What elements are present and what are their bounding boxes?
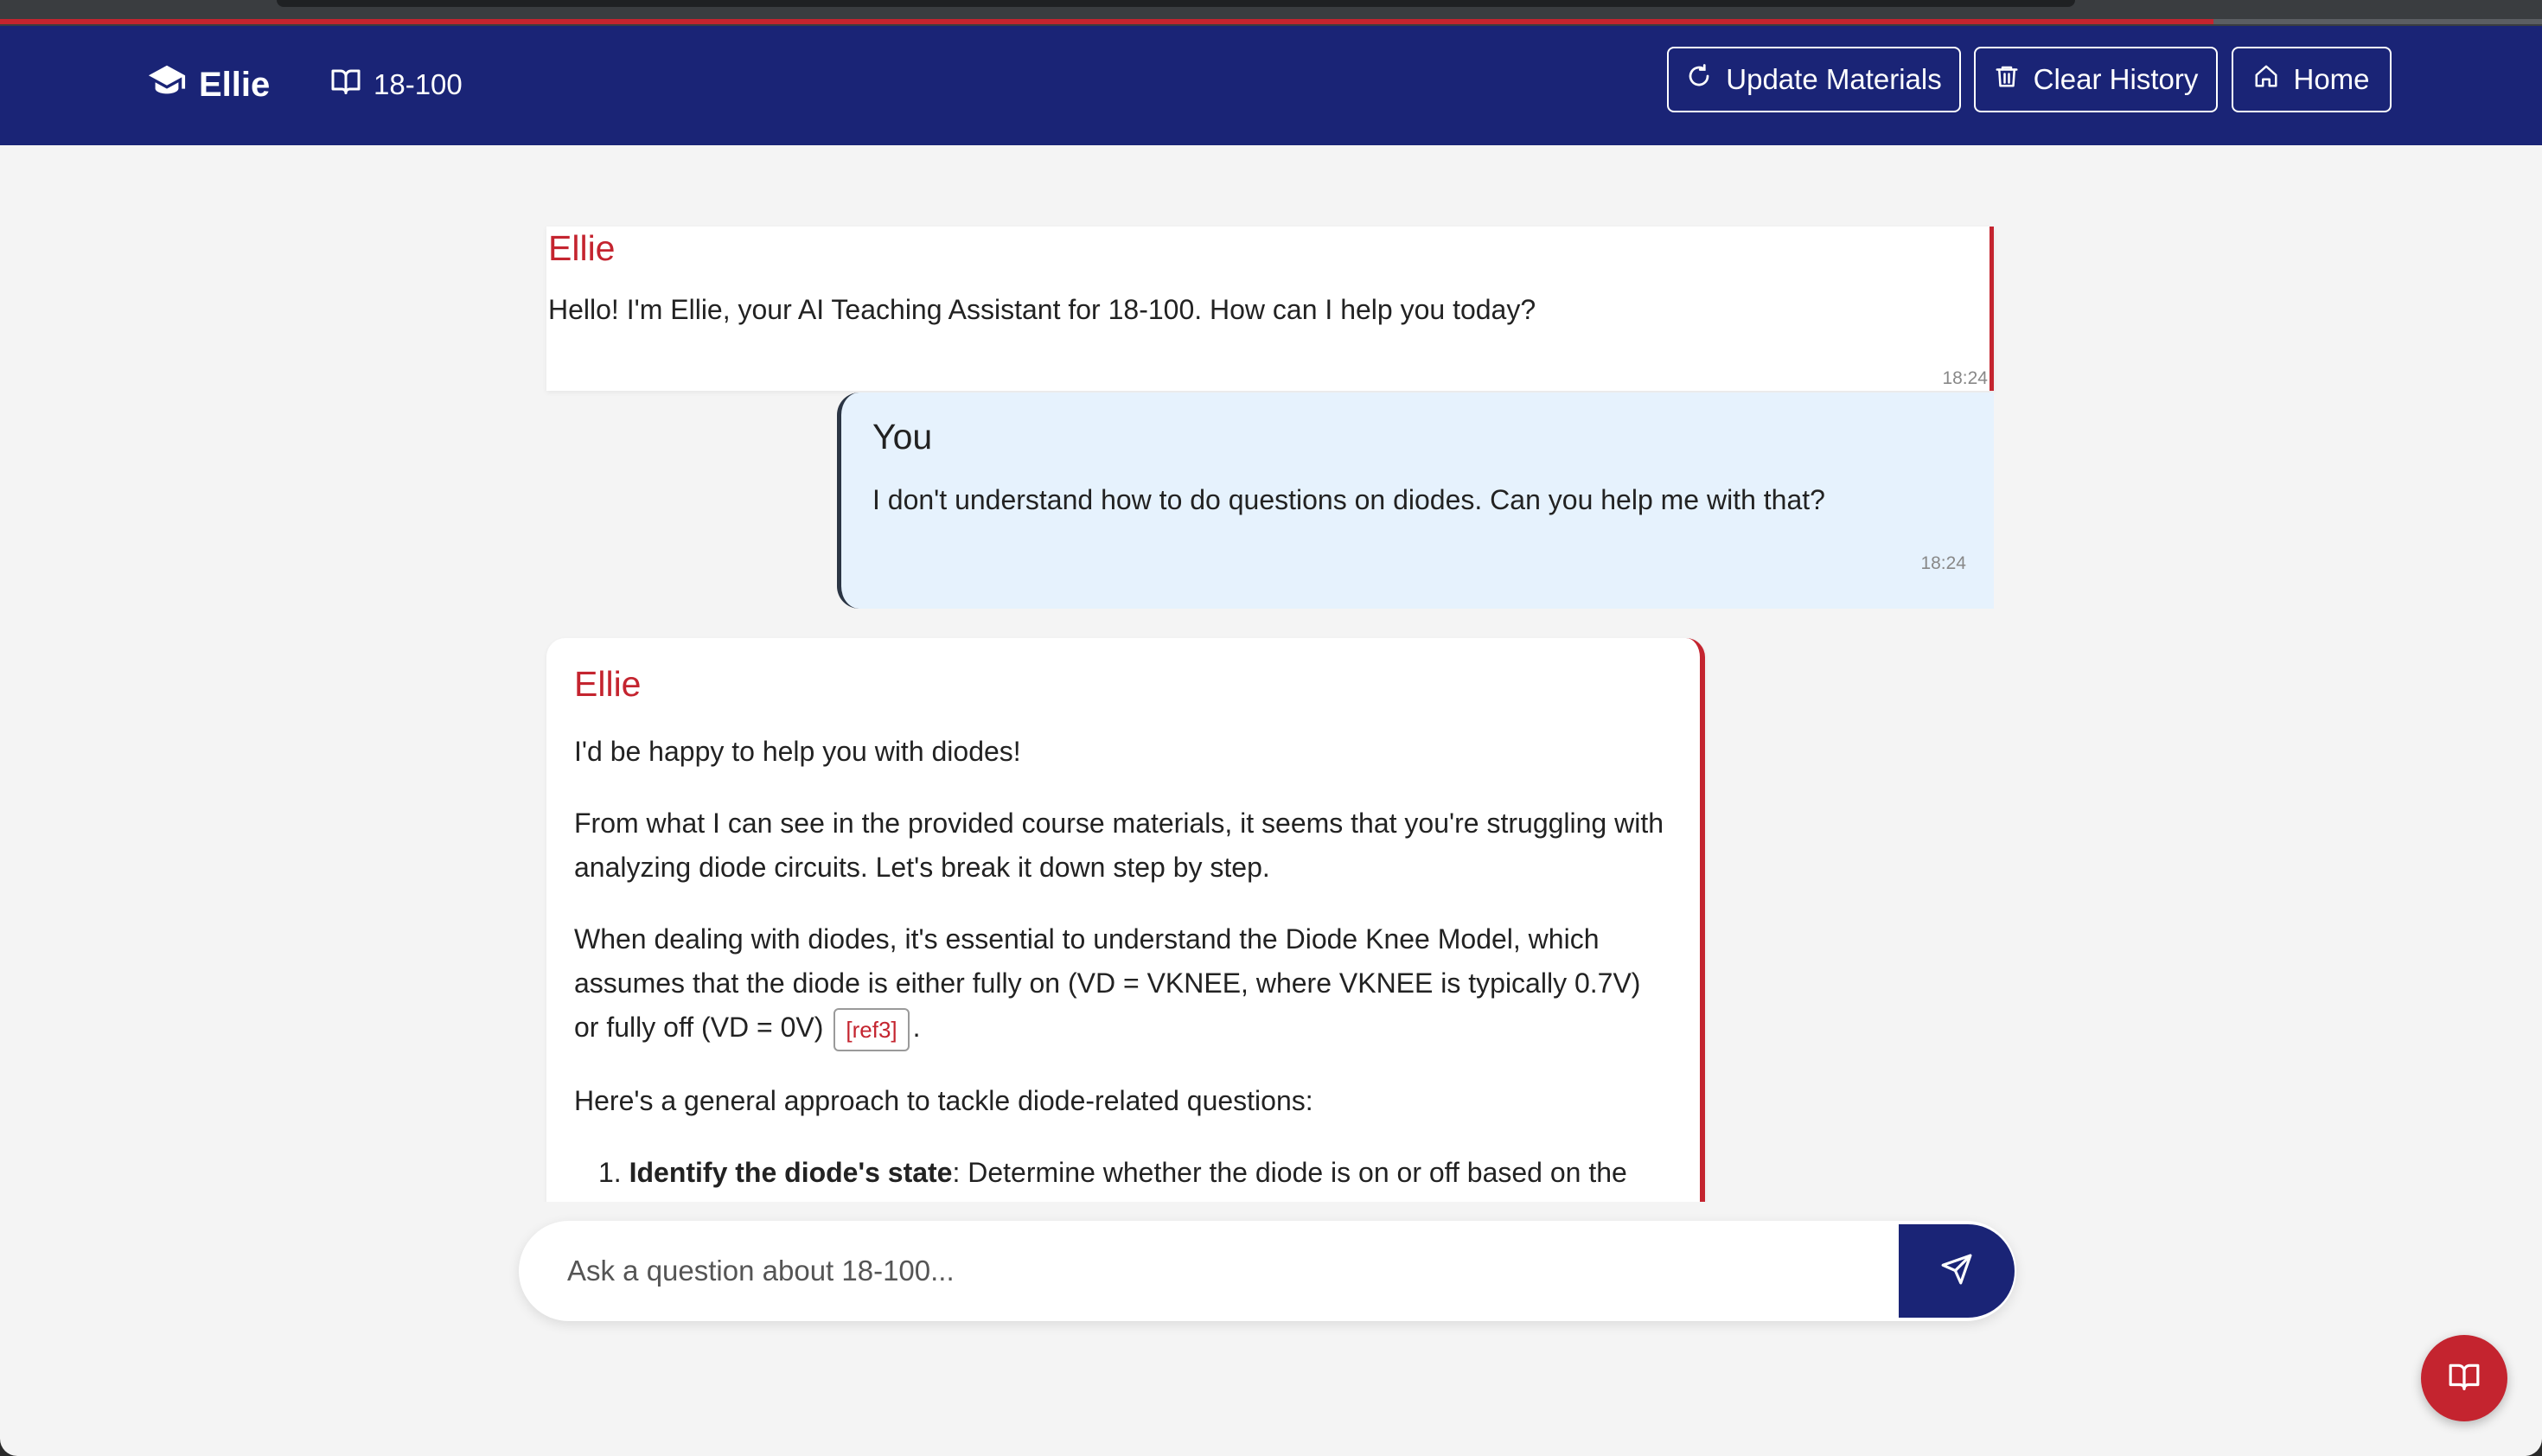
chat-input-bar [519, 1221, 2016, 1321]
update-materials-button[interactable]: Update Materials [1667, 47, 1961, 112]
message-paragraph: When dealing with diodes, it's essential… [574, 917, 1672, 1051]
user-message: You I don't understand how to do questio… [837, 393, 1994, 609]
app-window: Ellie 18-100 Update Materials Clear Hist… [0, 26, 2542, 1456]
book-icon [330, 66, 361, 104]
question-input[interactable] [565, 1243, 1862, 1299]
paragraph-text: When dealing with diodes, it's essential… [574, 923, 1641, 1043]
steps-list: 1. Identify the diode's state: Determine… [574, 1151, 1672, 1195]
list-item: 1. Identify the diode's state: Determine… [574, 1151, 1672, 1195]
top-navbar: Ellie 18-100 Update Materials Clear Hist… [0, 26, 2542, 145]
book-icon [2448, 1360, 2481, 1397]
browser-top-strip [0, 0, 2542, 26]
send-icon [1940, 1253, 1973, 1290]
course-indicator: 18-100 [330, 61, 463, 109]
message-paragraph: I'd be happy to help you with diodes! [574, 736, 1021, 767]
trash-icon [1994, 63, 2020, 96]
refresh-icon [1686, 63, 1712, 96]
list-item-text: : Determine whether the diode is on or o… [952, 1156, 1627, 1188]
message-paragraph: Here's a general approach to tackle diod… [574, 1084, 1313, 1116]
list-number: 1. [598, 1156, 622, 1188]
update-materials-label: Update Materials [1726, 63, 1942, 95]
assistant-message: Ellie I'd be happy to help you with diod… [546, 638, 1705, 1202]
message-paragraph: From what I can see in the provided cour… [574, 808, 1664, 883]
home-icon [2253, 63, 2279, 96]
message-body: I'd be happy to help you with diodes! Fr… [574, 730, 1672, 1195]
message-text: Hello! I'm Ellie, your AI Teaching Assis… [548, 294, 1536, 325]
reference-link[interactable]: [ref3] [833, 1007, 910, 1051]
brand[interactable]: Ellie [147, 61, 270, 109]
list-item-title: Identify the diode's state [629, 1156, 953, 1188]
browser-tab-bar [277, 0, 2075, 7]
paragraph-end: . [912, 1012, 921, 1043]
home-button[interactable]: Home [2232, 47, 2392, 112]
brand-name: Ellie [199, 65, 271, 104]
loading-progress-bar [0, 19, 2213, 24]
clear-history-button[interactable]: Clear History [1974, 47, 2218, 112]
home-label: Home [2293, 63, 2370, 95]
send-button[interactable] [1899, 1224, 2015, 1318]
clear-history-label: Clear History [2033, 63, 2199, 95]
graduation-cap-icon [147, 61, 187, 109]
chat-messages[interactable]: Ellie Hello! I'm Ellie, your AI Teaching… [519, 145, 1997, 1202]
progress-track [2213, 19, 2542, 24]
assistant-message: Ellie Hello! I'm Ellie, your AI Teaching… [546, 227, 1994, 391]
course-code: 18-100 [374, 68, 463, 100]
message-text: I don't understand how to do questions o… [872, 484, 1825, 515]
message-timestamp: 18:24 [1942, 368, 1988, 388]
message-sender: Ellie [548, 228, 616, 268]
message-sender: Ellie [574, 664, 642, 704]
message-timestamp: 18:24 [1920, 553, 1966, 573]
materials-fab-button[interactable] [2421, 1335, 2507, 1421]
message-sender: You [872, 417, 933, 457]
